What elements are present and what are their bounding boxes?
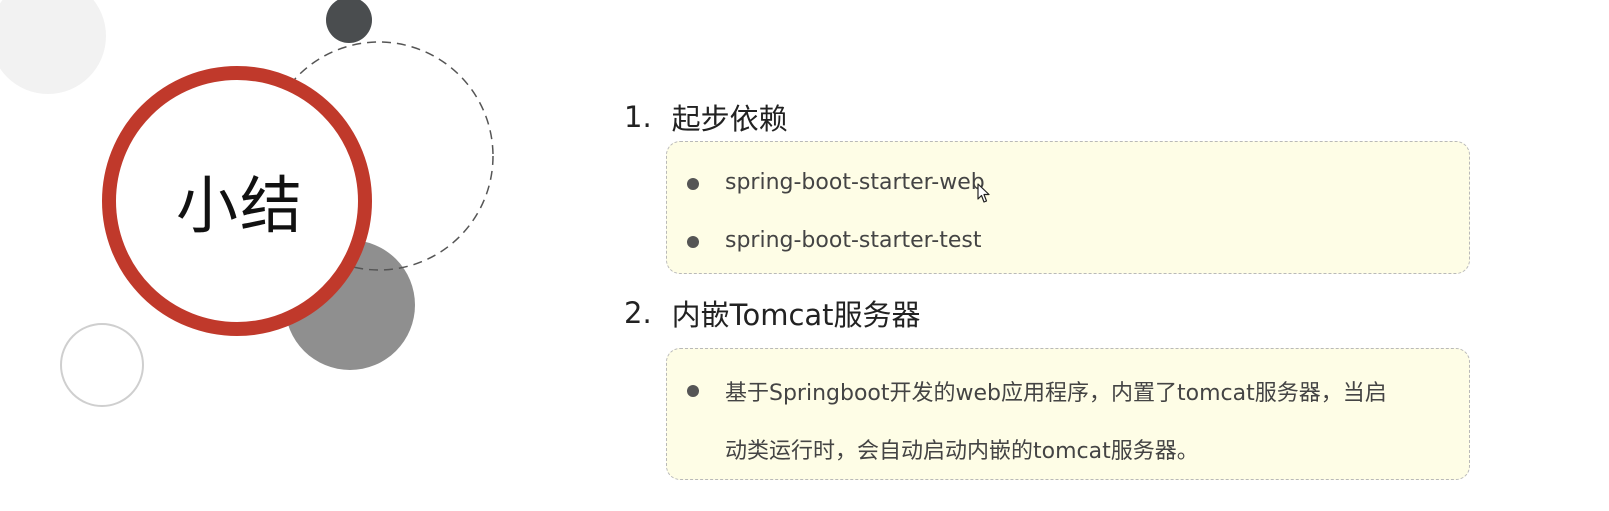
light-gray-circle [0, 0, 106, 94]
bullet-icon [687, 178, 699, 190]
list-item: 基于Springboot开发的web应用程序，内置了tomcat服务器，当启 动… [687, 375, 1451, 465]
list-item: spring-boot-starter-test [687, 228, 1451, 258]
decorative-circles [0, 0, 494, 407]
dark-small-circle [326, 0, 372, 43]
mouse-pointer-icon [977, 183, 990, 203]
section-1-box: spring-boot-starter-web spring-boot-star… [666, 141, 1470, 274]
list-item: spring-boot-starter-web [687, 170, 1451, 200]
section-1-number: 1. [624, 100, 652, 134]
bullet-icon [687, 236, 699, 248]
section-1-heading: 1. 起步依赖 [624, 96, 788, 138]
tomcat-description-line-1: 基于Springboot开发的web应用程序，内置了tomcat服务器，当启 [725, 381, 1387, 406]
section-2-title: 内嵌Tomcat服务器 [671, 298, 921, 332]
section-1-title: 起步依赖 [671, 102, 788, 136]
slide-title: 小结 [175, 169, 304, 242]
section-2-number: 2. [624, 296, 652, 330]
bullet-icon [687, 385, 699, 397]
section-2-heading: 2. 内嵌Tomcat服务器 [624, 292, 921, 334]
section-2-box: 基于Springboot开发的web应用程序，内置了tomcat服务器，当启 动… [666, 348, 1470, 480]
dependency-starter-test: spring-boot-starter-test [725, 228, 982, 253]
tomcat-description-line-2: 动类运行时，会自动启动内嵌的tomcat服务器。 [725, 439, 1199, 464]
outline-circle [60, 323, 144, 407]
dependency-starter-web: spring-boot-starter-web [725, 170, 985, 195]
